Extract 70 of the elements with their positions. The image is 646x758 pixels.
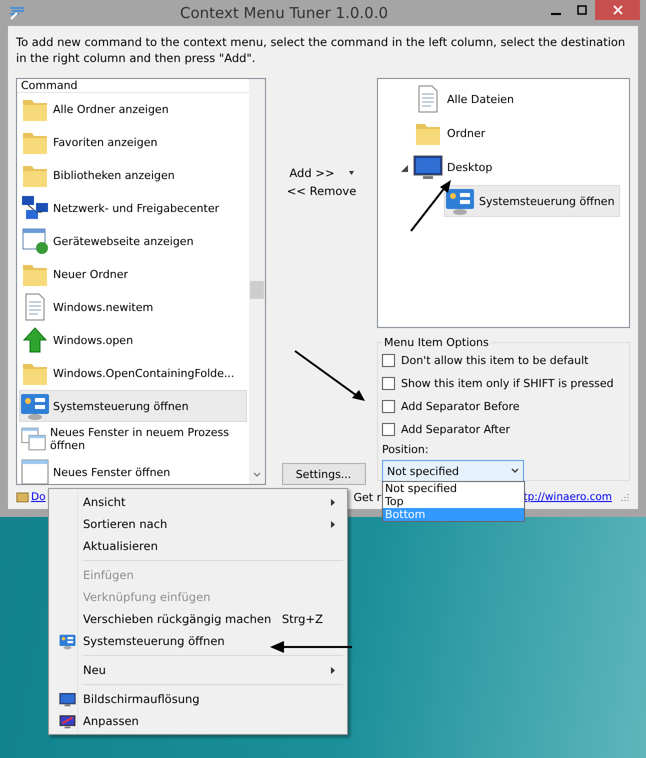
- arrow-up-icon: [20, 325, 50, 355]
- menu-item[interactable]: Neu: [51, 659, 345, 681]
- command-item[interactable]: Neues Fenster in neuem Prozess öffnen: [19, 423, 247, 455]
- shortcut-text: Strg+Z: [282, 612, 323, 626]
- resize-grip-icon: [620, 492, 630, 502]
- command-item[interactable]: Bibliotheken anzeigen: [19, 159, 247, 191]
- maximize-icon: [577, 5, 587, 15]
- scrollbar-thumb[interactable]: [250, 281, 264, 299]
- control-panel-icon: [58, 632, 76, 650]
- add-button[interactable]: Add >>: [283, 164, 360, 182]
- submenu-arrow-icon: [331, 498, 335, 506]
- donate-icon: [16, 491, 29, 503]
- website-link[interactable]: tp://winaero.com: [523, 491, 612, 503]
- annotation-arrow: [294, 350, 366, 402]
- menu-item[interactable]: Anpassen: [51, 710, 147, 732]
- tree-item[interactable]: Desktop: [412, 151, 498, 183]
- tree-item[interactable]: Systemsteuerung öffnen: [444, 185, 620, 217]
- close-button[interactable]: [595, 0, 640, 20]
- command-item[interactable]: Neues Fenster öffnen: [19, 456, 247, 484]
- command-item[interactable]: Favoriten anzeigen: [19, 126, 247, 158]
- settings-button[interactable]: Settings...: [282, 463, 366, 485]
- checkbox-label: Don't allow this item to be default: [401, 354, 588, 367]
- menu-item[interactable]: Systemsteuerung öffnen: [51, 630, 233, 652]
- window-title: Context Menu Tuner 1.0.0.0: [178, 4, 390, 22]
- column-header: Command: [17, 79, 249, 93]
- chevron-down-icon: [511, 468, 519, 474]
- monitor-icon: [58, 690, 76, 708]
- tree-item[interactable]: Ordner: [412, 117, 490, 149]
- command-item[interactable]: Windows.OpenContainingFolde...: [19, 357, 247, 389]
- donate-link[interactable]: Do: [31, 491, 46, 503]
- collapse-icon[interactable]: [400, 164, 408, 172]
- submenu-arrow-icon: [331, 666, 335, 674]
- checkbox[interactable]: [382, 423, 395, 436]
- menu-item[interactable]: Bildschirmauflösung: [51, 688, 208, 710]
- webpage-icon: [20, 226, 50, 256]
- control-panel-icon: [20, 391, 50, 421]
- app-icon: [9, 5, 25, 21]
- minimize-icon: [551, 13, 561, 15]
- command-item[interactable]: Netzwerk- und Freigabecenter: [19, 192, 247, 224]
- instructions-text: To add new command to the context menu, select the command in the left column, select the destination in the right column and then press "Add".: [16, 34, 626, 66]
- command-item[interactable]: Windows.open: [19, 324, 247, 356]
- position-label: Position:: [382, 443, 430, 456]
- menu-item[interactable]: Verschieben rückgängig machen Strg+Z: [51, 608, 345, 630]
- scrollbar[interactable]: [249, 79, 265, 484]
- checkbox-label: Show this item only if SHIFT is pressed: [401, 377, 614, 390]
- footer-text: Get r: [354, 490, 382, 504]
- submenu-arrow-icon: [331, 520, 335, 528]
- position-dropdown[interactable]: Not specified: [382, 460, 524, 482]
- checkbox[interactable]: [382, 354, 395, 367]
- remove-button[interactable]: << Remove: [280, 182, 362, 200]
- command-item[interactable]: Systemsteuerung öffnen: [19, 390, 247, 422]
- monitor-icon: [58, 712, 76, 730]
- checkbox-label: Add Separator After: [401, 423, 510, 436]
- control-panel-icon: [445, 186, 475, 216]
- group-title: Menu Item Options: [383, 336, 490, 349]
- menu-item[interactable]: Sortieren nach: [51, 513, 345, 535]
- command-item[interactable]: Alle Ordner anzeigen: [19, 93, 247, 125]
- annotation-arrow: [410, 180, 452, 232]
- tree-item[interactable]: Alle Dateien: [412, 83, 519, 115]
- checkbox[interactable]: [382, 377, 395, 390]
- menu-item[interactable]: Ansicht: [51, 491, 345, 513]
- command-item[interactable]: Gerätewebseite anzeigen: [19, 225, 247, 257]
- menu-item[interactable]: Aktualisieren: [51, 535, 166, 557]
- checkbox[interactable]: [382, 400, 395, 413]
- command-item[interactable]: Windows.newitem: [19, 291, 247, 323]
- caret-icon: [348, 171, 354, 175]
- command-item[interactable]: Neuer Ordner: [19, 258, 247, 290]
- checkbox-label: Add Separator Before: [401, 400, 520, 413]
- close-icon: [612, 5, 622, 15]
- chevron-down-icon[interactable]: [253, 472, 261, 478]
